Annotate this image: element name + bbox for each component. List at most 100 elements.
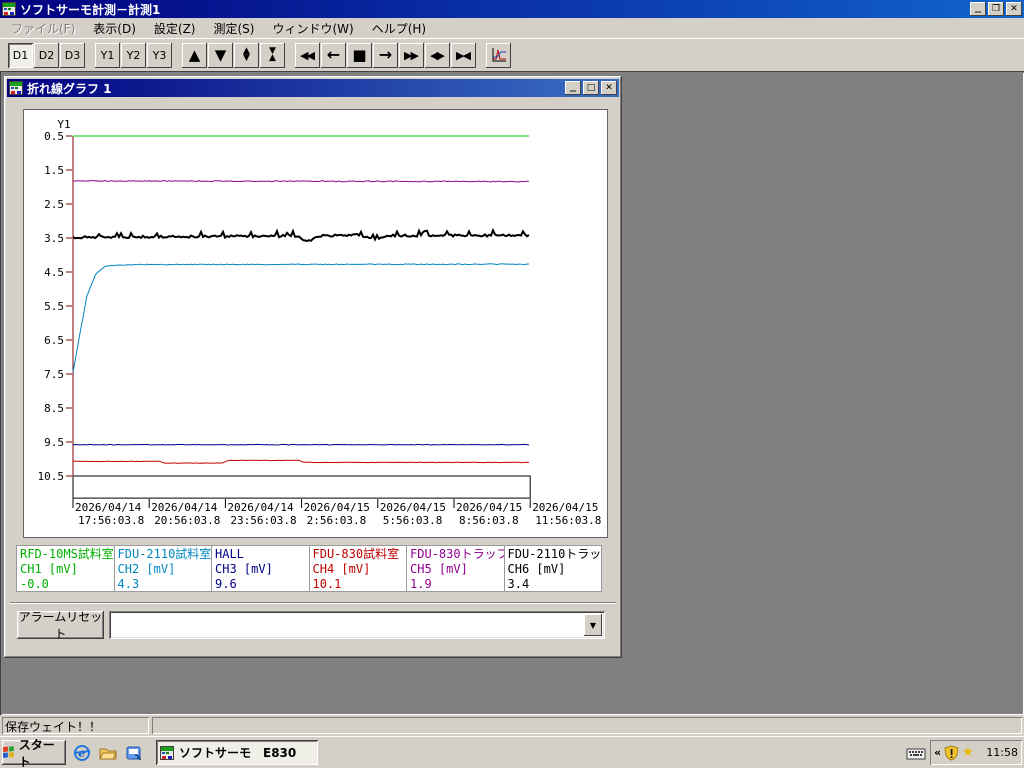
- tray-star-icon[interactable]: ★: [962, 745, 974, 760]
- start-button-label: スタート: [19, 736, 66, 768]
- svg-text:8:56:03.8: 8:56:03.8: [459, 514, 519, 527]
- svg-text:10.5: 10.5: [38, 470, 65, 483]
- svg-text:2026/04/14: 2026/04/14: [151, 501, 218, 514]
- toolbar-expand-horizontal-button[interactable]: ◀▶: [425, 43, 450, 68]
- svg-text:11:56:03.8: 11:56:03.8: [535, 514, 601, 527]
- mdi-client-area: 折れ線グラフ 1 — □ ✕ Y10.51.52.53.54.55.56.57.…: [0, 71, 1024, 715]
- legend-device-name: FDU-2110トラップ: [508, 547, 600, 562]
- legend-channel-value: 10.1: [313, 577, 405, 592]
- legend-cell-ch1: RFD-10MS試料室CH1 [mV]-0.0: [16, 545, 115, 592]
- taskbar: スタート e: [0, 736, 1024, 768]
- legend-channel-value: -0.0: [20, 577, 112, 592]
- legend-cell-ch4: FDU-830試料室CH4 [mV]10.1: [309, 545, 408, 592]
- toolbar-graph-settings-button[interactable]: [486, 43, 511, 68]
- ie-quicklaunch-icon[interactable]: e: [72, 743, 92, 763]
- toolbar-step-left-button[interactable]: ←: [321, 43, 346, 68]
- svg-text:2026/04/14: 2026/04/14: [75, 501, 142, 514]
- toolbar-y1-button[interactable]: Y1: [95, 43, 120, 68]
- svg-text:6.5: 6.5: [44, 334, 64, 347]
- svg-text:8.5: 8.5: [44, 402, 64, 415]
- graph-window-title: 折れ線グラフ 1: [27, 80, 565, 97]
- toolbar-fast-forward-button[interactable]: ▶▶: [399, 43, 424, 68]
- separator: [10, 602, 616, 604]
- toolbar: D1D2D3Y1Y2Y3▲▼▲▼▼▲◀◀←■→▶▶◀▶▶◀: [0, 38, 1024, 71]
- toolbar-scroll-up-button[interactable]: ▲: [182, 43, 207, 68]
- start-button[interactable]: スタート: [2, 740, 66, 765]
- graph-window: 折れ線グラフ 1 — □ ✕ Y10.51.52.53.54.55.56.57.…: [4, 76, 622, 658]
- toolbar-compress-horizontal-button[interactable]: ▶◀: [451, 43, 476, 68]
- graph-minimize-button[interactable]: —: [565, 81, 581, 95]
- legend-cell-ch5: FDU-830トラップCH5 [mV]1.9: [406, 545, 505, 592]
- alarm-combobox[interactable]: ▼: [109, 611, 605, 639]
- toolbar-y3-button[interactable]: Y3: [147, 43, 172, 68]
- folder-quicklaunch-icon[interactable]: [98, 743, 118, 763]
- alarm-reset-button[interactable]: アラームリセット: [17, 611, 104, 639]
- legend-device-name: RFD-10MS試料室: [20, 547, 112, 562]
- graph-close-button[interactable]: ✕: [601, 81, 617, 95]
- alarm-combobox-value: [113, 615, 583, 635]
- svg-text:9.5: 9.5: [44, 436, 64, 449]
- system-tray: « ★ 11:58: [930, 740, 1022, 765]
- legend-channel-label: CH3 [mV]: [215, 562, 307, 577]
- line-chart: Y10.51.52.53.54.55.56.57.58.59.510.52026…: [24, 110, 607, 537]
- svg-text:2026/04/15: 2026/04/15: [456, 501, 522, 514]
- toolbar-d3-button[interactable]: D3: [60, 43, 85, 68]
- desktop: ソフトサーモ計測－計測1 — ❐ ✕ ファイル(F)表示(D)設定(Z)測定(S…: [0, 0, 1024, 768]
- task-button-label: ソフトサーモ E830: [179, 744, 296, 761]
- legend-device-name: FDU-830試料室: [313, 547, 405, 562]
- main-window-title: ソフトサーモ計測－計測1: [20, 1, 970, 18]
- toolbar-fast-rewind-button[interactable]: ◀◀: [295, 43, 320, 68]
- svg-text:5:56:03.8: 5:56:03.8: [383, 514, 443, 527]
- svg-text:2026/04/15: 2026/04/15: [532, 501, 598, 514]
- svg-text:20:56:03.8: 20:56:03.8: [154, 514, 220, 527]
- toolbar-scroll-down-button[interactable]: ▼: [208, 43, 233, 68]
- svg-text:4.5: 4.5: [44, 266, 64, 279]
- legend-channel-value: 1.9: [410, 577, 502, 592]
- legend-device-name: FDU-2110試料室: [118, 547, 210, 562]
- status-message: 保存ウェイト！！: [2, 717, 149, 734]
- menu-item-window[interactable]: ウィンドウ(W): [263, 18, 362, 39]
- legend-channel-value: 4.3: [118, 577, 210, 592]
- task-button-softthermo[interactable]: ソフトサーモ E830: [156, 740, 318, 765]
- toolbar-expand-vertical-button[interactable]: ▲▼: [234, 43, 259, 68]
- main-close-button[interactable]: ✕: [1006, 2, 1022, 16]
- toolbar-compress-vertical-button[interactable]: ▼▲: [260, 43, 285, 68]
- main-titlebar[interactable]: ソフトサーモ計測－計測1 — ❐ ✕: [0, 0, 1024, 18]
- graph-maximize-button[interactable]: □: [583, 81, 599, 95]
- toolbar-y2-button[interactable]: Y2: [121, 43, 146, 68]
- legend-device-name: HALL: [215, 547, 307, 562]
- menu-item-measure[interactable]: 測定(S): [204, 18, 263, 39]
- channel-legend: RFD-10MS試料室CH1 [mV]-0.0FDU-2110試料室CH2 [m…: [16, 545, 601, 592]
- svg-text:3.5: 3.5: [44, 232, 64, 245]
- task-button-icon: [160, 746, 174, 760]
- graph-window-icon: [9, 81, 23, 95]
- menu-item-help[interactable]: ヘルプ(H): [363, 18, 435, 39]
- app-icon: [2, 2, 16, 16]
- svg-text:2026/04/15: 2026/04/15: [304, 501, 370, 514]
- legend-channel-value: 3.4: [508, 577, 600, 592]
- menu-item-view[interactable]: 表示(D): [84, 18, 145, 39]
- security-shield-icon[interactable]: [944, 745, 959, 761]
- outlook-quicklaunch-icon[interactable]: [124, 743, 144, 763]
- main-minimize-button[interactable]: —: [970, 2, 986, 16]
- combo-dropdown-button[interactable]: ▼: [584, 614, 602, 636]
- svg-text:23:56:03.8: 23:56:03.8: [230, 514, 296, 527]
- graph-window-content: Y10.51.52.53.54.55.56.57.58.59.510.52026…: [7, 97, 619, 655]
- svg-text:7.5: 7.5: [44, 368, 64, 381]
- main-restore-button[interactable]: ❐: [988, 2, 1004, 16]
- menu-item-settings[interactable]: 設定(Z): [145, 18, 205, 39]
- graph-titlebar[interactable]: 折れ線グラフ 1 — □ ✕: [7, 79, 619, 97]
- legend-channel-label: CH6 [mV]: [508, 562, 600, 577]
- toolbar-d1-button[interactable]: D1: [8, 43, 33, 68]
- keyboard-language-icon[interactable]: [906, 744, 926, 762]
- menu-item-file[interactable]: ファイル(F): [2, 18, 84, 39]
- toolbar-d2-button[interactable]: D2: [34, 43, 59, 68]
- legend-device-name: FDU-830トラップ: [410, 547, 502, 562]
- svg-text:5.5: 5.5: [44, 300, 64, 313]
- toolbar-step-right-button[interactable]: →: [373, 43, 398, 68]
- legend-channel-label: CH4 [mV]: [313, 562, 405, 577]
- toolbar-stop-button[interactable]: ■: [347, 43, 372, 68]
- taskbar-clock: 11:58: [986, 746, 1018, 759]
- tray-expand-chevron[interactable]: «: [934, 746, 941, 759]
- legend-channel-label: CH5 [mV]: [410, 562, 502, 577]
